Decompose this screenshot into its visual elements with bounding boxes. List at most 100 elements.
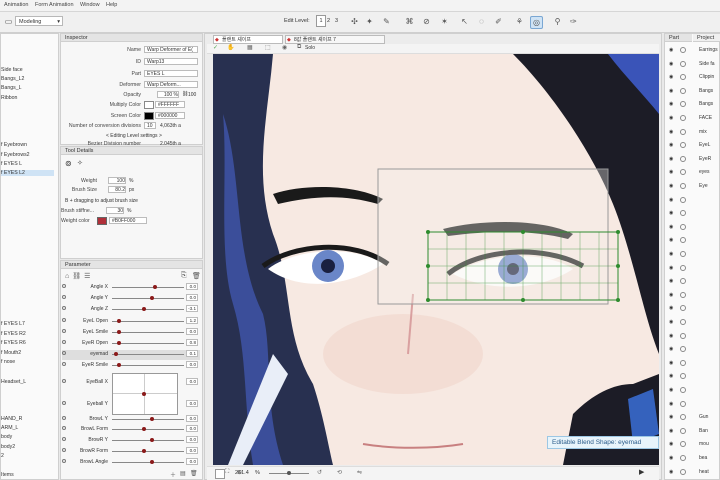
auto-mesh-icon[interactable]: ✶ [439, 16, 450, 27]
flip-icon[interactable]: ⇋ [357, 469, 362, 476]
eyeball-2d-knob[interactable] [142, 392, 146, 396]
fit-icon[interactable]: ⛶ [225, 469, 229, 476]
eye-icon[interactable]: ◉ [282, 44, 287, 51]
parameter-slider-knob[interactable] [149, 295, 154, 300]
character-illustration[interactable] [213, 54, 659, 465]
frame-icon[interactable]: ⬚ [265, 44, 271, 51]
visibility-eye-icon[interactable]: ◉ [669, 156, 675, 162]
tree-row[interactable]: ◉ Side fa [665, 60, 718, 69]
key-dot-icon[interactable] [62, 416, 66, 420]
weight-brush-icon[interactable]: ◎ [530, 16, 543, 29]
edit-level-1[interactable]: 1 [316, 15, 326, 27]
lock-circle-icon[interactable] [680, 455, 686, 461]
tab-blend-shape-2[interactable]: ◆ 8값 플랜트 셰이프 7 [285, 35, 385, 44]
brush-mode-icon[interactable]: ⊚ [65, 159, 72, 168]
tree-row[interactable]: ◉ mix [665, 128, 718, 137]
multiply-color-swatch[interactable] [144, 101, 154, 109]
tree-row[interactable]: ◉ [665, 223, 718, 232]
tree-row[interactable]: ◉ Gun [665, 413, 718, 422]
trash-icon[interactable]: 🗑 [192, 272, 201, 280]
tree-row[interactable]: ◉ EyeR [665, 155, 718, 164]
parameter-row[interactable]: eyemad 0.1 [62, 350, 200, 360]
tree-row[interactable]: ◉ eyes [665, 168, 718, 177]
tab-blend-shape-1[interactable]: ◆ 플랜트 셰이프 [213, 35, 283, 44]
visibility-eye-icon[interactable]: ◉ [669, 387, 675, 393]
parameter-slider[interactable] [112, 332, 184, 333]
key-dot-icon[interactable] [62, 459, 66, 463]
divisions-field[interactable]: 10 [144, 122, 156, 129]
parameter-slider-knob[interactable] [142, 448, 147, 453]
visibility-eye-icon[interactable]: ◉ [669, 224, 675, 230]
check-icon[interactable]: ✓ [213, 44, 218, 51]
edit-level-2[interactable]: 2 [327, 16, 330, 26]
deformer-tool-icon[interactable]: ✣ [349, 16, 360, 27]
parameter-value[interactable]: 0.0 [186, 400, 198, 407]
visibility-eye-icon[interactable]: ◉ [669, 305, 675, 311]
opacity-field[interactable]: 100 % [157, 91, 179, 98]
parameter-slider-knob[interactable] [117, 362, 122, 367]
parameter-value[interactable]: 0.0 [186, 415, 198, 422]
lock-circle-icon[interactable] [680, 319, 686, 325]
reset-icon[interactable]: ⟲ [337, 469, 342, 476]
tree-row[interactable]: ◉ FACE [665, 114, 718, 123]
lock-circle-icon[interactable] [680, 251, 686, 257]
brush-tool-icon[interactable]: ✐ [493, 16, 504, 27]
visibility-eye-icon[interactable]: ◉ [669, 129, 675, 135]
visibility-eye-icon[interactable]: ◉ [669, 441, 675, 447]
background-color-swatch[interactable] [215, 469, 225, 479]
tree-row[interactable]: ◉ EyeL [665, 141, 718, 150]
menu-form-animation[interactable]: Form Animation [35, 2, 74, 8]
glue-tool-icon[interactable]: ⌘ [404, 16, 415, 27]
folder-icon[interactable]: ▤ [180, 470, 186, 477]
weight-mode-icon[interactable]: ✧ [77, 159, 83, 167]
tree-row[interactable]: ◉ heat [665, 468, 718, 477]
list-item[interactable]: f Eyebrown [1, 142, 27, 148]
list-item[interactable]: body [1, 434, 12, 440]
parameter-value[interactable]: 0.8 [186, 339, 198, 346]
visibility-eye-icon[interactable]: ◉ [669, 169, 675, 175]
visibility-eye-icon[interactable]: ◉ [669, 455, 675, 461]
lock-circle-icon[interactable] [680, 128, 686, 135]
menu-window[interactable]: Window [80, 2, 100, 8]
deformer-select[interactable]: Warp Deform... [144, 81, 198, 88]
parameter-row[interactable]: Angle X 0.0 [62, 283, 200, 293]
parameter-value[interactable]: 0.0 [186, 328, 198, 335]
lock-circle-icon[interactable] [680, 115, 686, 121]
tree-row[interactable]: ◉ [665, 209, 718, 218]
weight-color-field[interactable]: #B0FF000 [109, 217, 147, 224]
name-field[interactable]: Warp Deformer of E( [144, 46, 198, 53]
part-select[interactable]: EYES L [144, 70, 198, 77]
rotate-left-icon[interactable]: ↺ [317, 469, 322, 476]
list-item[interactable]: f EYES L [1, 161, 22, 167]
lock-circle-icon[interactable] [680, 346, 686, 353]
screen-color-swatch[interactable] [144, 112, 154, 120]
parameter-value[interactable]: 0.0 [186, 294, 198, 301]
tree-row[interactable]: ◉ bea [665, 454, 718, 463]
visibility-eye-icon[interactable]: ◉ [669, 414, 675, 420]
hand-icon[interactable]: ✋ [227, 44, 234, 51]
visibility-eye-icon[interactable]: ◉ [669, 373, 675, 379]
parameter-value[interactable]: 0.0 [186, 458, 198, 465]
play-icon[interactable]: ▶ [639, 468, 644, 476]
lock-circle-icon[interactable] [680, 441, 686, 448]
visibility-eye-icon[interactable]: ◉ [669, 333, 675, 339]
tree-row[interactable]: ◉ [665, 264, 718, 273]
list-item[interactable]: Ribbon [1, 95, 17, 101]
tree-row[interactable]: ◉ [665, 196, 718, 205]
lock-circle-icon[interactable] [680, 400, 686, 407]
tree-row[interactable]: ◉ [665, 304, 718, 313]
lock-circle-icon[interactable] [680, 155, 686, 162]
id-field[interactable]: Warp13 [144, 58, 198, 65]
key-dot-icon[interactable] [62, 401, 66, 405]
tree-row[interactable]: ◉ mou [665, 440, 718, 449]
visibility-eye-icon[interactable]: ◉ [669, 183, 675, 189]
key-dot-icon[interactable] [62, 379, 66, 383]
visibility-eye-icon[interactable]: ◉ [669, 101, 675, 107]
layers-icon[interactable]: ⧉ [297, 44, 301, 51]
key-dot-icon[interactable] [62, 295, 66, 299]
parameter-slider-knob[interactable] [117, 318, 122, 323]
list-item[interactable]: HAND_R [1, 416, 22, 422]
parameter-row[interactable]: Angle Y 0.0 [62, 294, 200, 304]
lock-circle-icon[interactable] [680, 87, 686, 94]
parameter-value[interactable]: -3.1 [186, 305, 198, 312]
